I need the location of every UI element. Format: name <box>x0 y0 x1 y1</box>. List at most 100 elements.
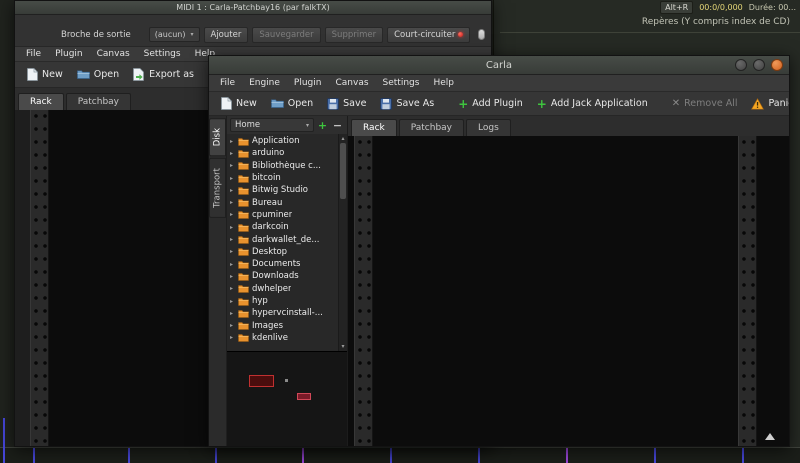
menu-item[interactable]: File <box>213 76 242 90</box>
folder-icon <box>238 284 249 293</box>
folder-row[interactable]: Desktop <box>227 246 347 258</box>
open-button[interactable]: Open <box>71 66 125 83</box>
remove-location-button[interactable]: − <box>331 119 344 132</box>
scrollbar[interactable] <box>338 134 347 351</box>
folder-row[interactable]: Bureau <box>227 196 347 208</box>
view-tab[interactable]: Patchbay <box>66 93 131 110</box>
plus-icon: + <box>318 119 327 132</box>
add-preset-label: Ajouter <box>211 30 242 40</box>
view-tab[interactable]: Logs <box>466 119 511 136</box>
delete-preset-button[interactable]: Supprimer <box>325 27 383 43</box>
panic-button[interactable]: Panic <box>745 95 790 113</box>
folder-row[interactable]: hypervcinstall-... <box>227 307 347 319</box>
menu-item[interactable]: Canvas <box>90 47 137 61</box>
folder-row[interactable]: dwhelper <box>227 283 347 295</box>
save-preset-button[interactable]: Sauvegarder <box>252 27 320 43</box>
folder-name: darkwallet_de... <box>252 235 319 245</box>
expand-arrow-icon <box>230 224 235 231</box>
maximize-button[interactable] <box>753 59 765 71</box>
folder-row[interactable]: darkcoin <box>227 221 347 233</box>
remove-all-label: Remove All <box>684 98 737 109</box>
menu-item[interactable]: Canvas <box>328 76 375 90</box>
markers-panel-title: Repères (Y compris index de CD) <box>642 17 790 27</box>
folder-row[interactable]: Bibliothèque c... <box>227 160 347 172</box>
folder-icon <box>238 309 249 318</box>
save-label: Save <box>343 98 366 109</box>
expand-arrow-icon <box>230 138 235 145</box>
add-preset-button[interactable]: Ajouter <box>204 27 249 43</box>
scroll-up-icon[interactable] <box>339 135 347 142</box>
menu-item[interactable]: Plugin <box>287 76 329 90</box>
view-tab[interactable]: Rack <box>351 119 397 136</box>
folder-name: hyp <box>252 296 268 306</box>
save-button[interactable]: Save <box>321 95 372 113</box>
add-plugin-button[interactable]: + Add Plugin <box>452 95 529 112</box>
folder-name: bitcoin <box>252 173 281 183</box>
scrollbar-thumb[interactable] <box>340 143 346 199</box>
folder-row[interactable]: hyp <box>227 295 347 307</box>
open-folder-icon <box>77 69 90 80</box>
folder-name: dwhelper <box>252 284 291 294</box>
add-location-button[interactable]: + <box>316 119 329 132</box>
rack-rail-left <box>354 136 373 446</box>
folder-icon <box>238 272 249 281</box>
location-combobox[interactable]: Home ▾ <box>230 118 314 132</box>
minus-icon: − <box>333 119 342 132</box>
menu-item[interactable]: Engine <box>242 76 287 90</box>
folder-row[interactable]: cpuminer <box>227 209 347 221</box>
expand-arrow-icon <box>230 334 235 341</box>
timeline-marker <box>3 418 5 463</box>
folder-name: Desktop <box>252 247 287 257</box>
folder-row[interactable]: Downloads <box>227 270 347 282</box>
folder-row[interactable]: darkwallet_de... <box>227 233 347 245</box>
folder-row[interactable]: Bitwig Studio <box>227 184 347 196</box>
close-button[interactable] <box>771 59 783 71</box>
patchbay-minimap[interactable] <box>227 351 347 446</box>
minimap-node <box>249 375 274 387</box>
rack-rail-right <box>738 136 757 446</box>
export-as-button[interactable]: Export as <box>127 65 200 84</box>
folder-row[interactable]: bitcoin <box>227 172 347 184</box>
bypass-button[interactable]: Court-circuiter <box>387 27 470 43</box>
carla-rack-view <box>348 136 789 446</box>
menu-item[interactable]: Help <box>426 76 461 90</box>
dry-wet-slider[interactable] <box>478 29 485 40</box>
folder-name: arduino <box>252 148 284 158</box>
folder-icon <box>238 235 249 244</box>
remove-all-button[interactable]: ✕ Remove All <box>666 95 744 112</box>
add-plugin-label: Add Plugin <box>472 98 523 109</box>
save-as-button[interactable]: Save As <box>374 95 440 113</box>
new-button[interactable]: New <box>21 65 69 84</box>
open-button[interactable]: Open <box>265 95 319 112</box>
new-button[interactable]: New <box>215 94 263 113</box>
rack-rail-left <box>30 110 49 446</box>
carla-titlebar[interactable]: Carla <box>209 56 789 75</box>
view-tab[interactable]: Rack <box>18 93 64 110</box>
plugin-host-strip: Broche de sortie (aucun) ▾ Ajouter Sauve… <box>15 15 491 47</box>
folder-row[interactable]: kdenlive <box>227 332 347 344</box>
view-tab[interactable]: Patchbay <box>399 119 464 136</box>
minimize-button[interactable] <box>735 59 747 71</box>
add-jack-application-button[interactable]: + Add Jack Application <box>531 95 654 112</box>
expand-arrow-icon <box>230 248 235 255</box>
side-tab[interactable]: Disk <box>209 118 226 156</box>
folder-name: hypervcinstall-... <box>252 308 323 318</box>
side-tab[interactable]: Transport <box>209 158 226 218</box>
folder-row[interactable]: Documents <box>227 258 347 270</box>
timeline-marker <box>128 448 130 463</box>
open-folder-icon <box>271 98 284 109</box>
expand-arrow-icon <box>230 310 235 317</box>
preset-combobox[interactable]: (aucun) ▾ <box>149 27 200 42</box>
menu-item[interactable]: File <box>19 47 48 61</box>
menu-item[interactable]: Plugin <box>48 47 90 61</box>
menu-item[interactable]: Settings <box>376 76 427 90</box>
folder-row[interactable]: Application <box>227 135 347 147</box>
folder-row[interactable]: arduino <box>227 147 347 159</box>
midi-window-titlebar[interactable]: MIDI 1 : Carla-Patchbay16 (par falkTX) <box>15 1 491 15</box>
bypass-label: Court-circuiter <box>394 30 455 40</box>
scroll-down-icon[interactable] <box>339 343 347 350</box>
folder-name: cpuminer <box>252 210 292 220</box>
menu-item[interactable]: Settings <box>137 47 188 61</box>
folder-row[interactable]: Images <box>227 319 347 331</box>
shortcut-chip[interactable]: Alt+R <box>660 1 693 14</box>
